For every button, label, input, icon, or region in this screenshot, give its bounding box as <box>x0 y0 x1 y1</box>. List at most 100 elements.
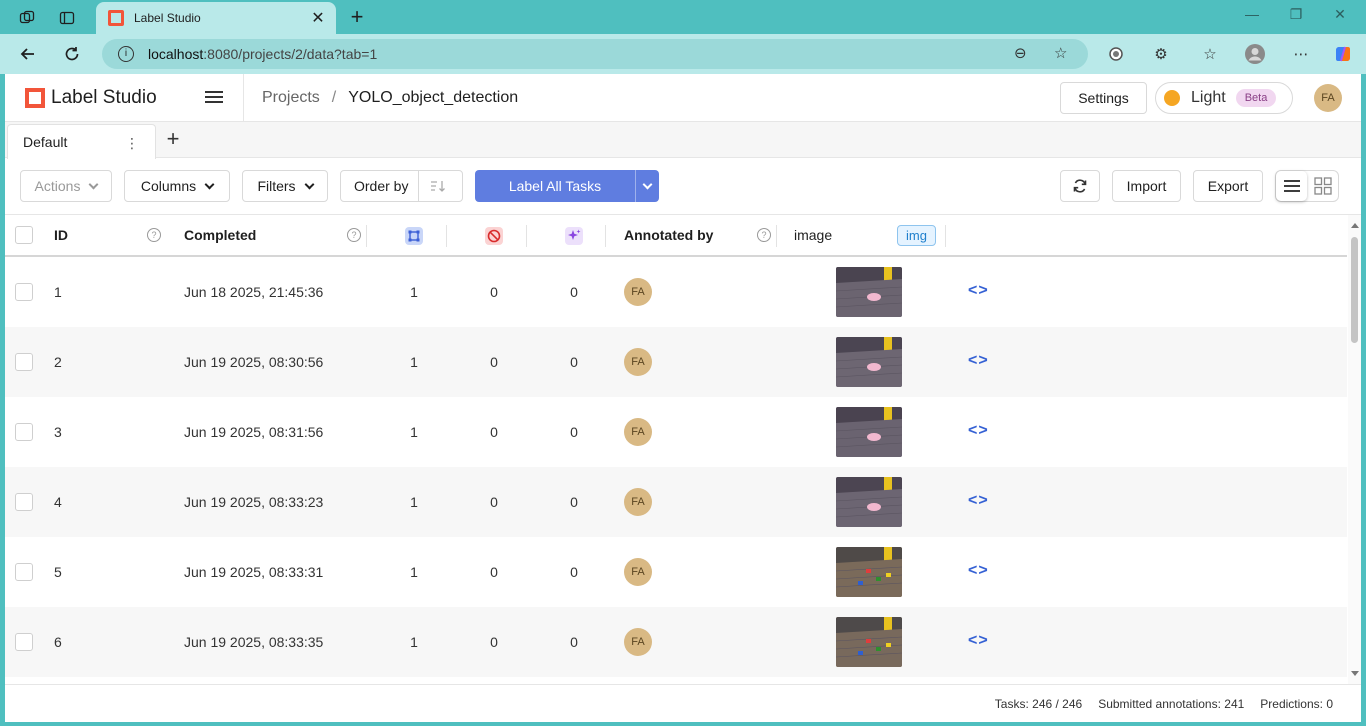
row-checkbox[interactable] <box>15 423 33 441</box>
table-row[interactable]: 2 Jun 19 2025, 08:30:56 1 0 0 FA <> <box>5 327 1347 397</box>
filters-dropdown[interactable]: Filters <box>242 170 328 202</box>
column-id[interactable]: ID <box>54 227 68 243</box>
extensions-icon[interactable]: ⚙ <box>1150 43 1172 65</box>
extension-record-icon[interactable] <box>1105 43 1127 65</box>
image-thumbnail[interactable] <box>836 267 902 317</box>
columns-dropdown[interactable]: Columns <box>124 170 230 202</box>
more-menu-icon[interactable]: ⋯ <box>1290 43 1312 65</box>
table-row[interactable]: 6 Jun 19 2025, 08:33:35 1 0 0 FA <> <box>5 607 1347 677</box>
refresh-icon <box>1073 179 1087 193</box>
close-window-icon[interactable]: ✕ <box>1329 6 1351 23</box>
copilot-icon[interactable] <box>1332 43 1354 65</box>
table-row[interactable]: 5 Jun 19 2025, 08:33:31 1 0 0 FA <> <box>5 537 1347 607</box>
url-field[interactable]: i localhost:8080/projects/2/data?tab=1 ⊖… <box>102 39 1088 69</box>
table-row[interactable]: 1 Jun 18 2025, 21:45:36 1 0 0 FA <> <box>5 257 1347 327</box>
add-tab-icon[interactable]: + <box>163 126 183 152</box>
favorites-icon[interactable]: ☆ <box>1199 43 1221 65</box>
cell-cancelled: 0 <box>490 284 498 300</box>
code-view-icon[interactable]: <> <box>968 352 989 370</box>
refresh-button[interactable] <box>1060 170 1100 202</box>
image-thumbnail[interactable] <box>836 547 902 597</box>
table-header: ID ? Completed ? Annotated by ? image im… <box>5 215 1347 257</box>
scroll-up-icon[interactable] <box>1351 223 1359 228</box>
site-info-icon[interactable]: i <box>118 46 134 62</box>
column-image[interactable]: image <box>794 227 832 243</box>
breadcrumb-projects[interactable]: Projects <box>262 89 320 107</box>
tab-default[interactable]: Default ⋮ <box>7 124 156 159</box>
column-completed[interactable]: Completed <box>184 227 256 243</box>
vertical-tabs-icon[interactable] <box>56 7 78 29</box>
column-separator <box>366 225 367 247</box>
code-view-icon[interactable]: <> <box>968 562 989 580</box>
chevron-down-icon <box>204 179 215 189</box>
label-all-tasks-button[interactable]: Label All Tasks <box>475 170 659 202</box>
actions-dropdown[interactable]: Actions <box>20 170 112 202</box>
view-tabs-bar: Default ⋮ + <box>5 122 1361 159</box>
help-icon[interactable]: ? <box>147 228 161 242</box>
list-view-icon[interactable] <box>1276 171 1307 201</box>
code-view-icon[interactable]: <> <box>968 422 989 440</box>
workspaces-icon[interactable] <box>16 7 38 29</box>
cell-annotations: 1 <box>410 634 418 650</box>
scroll-down-icon[interactable] <box>1351 671 1359 676</box>
help-icon[interactable]: ? <box>347 228 361 242</box>
row-checkbox[interactable] <box>15 283 33 301</box>
cell-completed: Jun 19 2025, 08:33:31 <box>184 564 324 580</box>
image-thumbnail[interactable] <box>836 407 902 457</box>
reload-icon[interactable] <box>60 42 84 66</box>
tab-menu-icon[interactable]: ⋮ <box>125 135 139 152</box>
profile-icon[interactable] <box>1244 43 1266 65</box>
close-tab-icon[interactable]: ✕ <box>308 8 328 28</box>
help-icon[interactable]: ? <box>757 228 771 242</box>
image-thumbnail[interactable] <box>836 337 902 387</box>
hamburger-menu-icon[interactable] <box>203 88 225 108</box>
settings-button[interactable]: Settings <box>1060 82 1147 114</box>
cell-id: 3 <box>54 424 62 440</box>
table-row[interactable]: 4 Jun 19 2025, 08:33:23 1 0 0 FA <> <box>5 467 1347 537</box>
reader-icon[interactable]: ⊖ <box>1014 44 1027 62</box>
breadcrumb-project-name[interactable]: YOLO_object_detection <box>348 89 518 107</box>
select-all-checkbox[interactable] <box>15 226 33 244</box>
user-avatar[interactable]: FA <box>1314 84 1342 112</box>
sort-direction-icon[interactable] <box>430 178 446 197</box>
beta-badge: Beta <box>1235 89 1277 107</box>
import-button[interactable]: Import <box>1112 170 1181 202</box>
restore-icon[interactable]: ❐ <box>1285 6 1307 23</box>
cell-id: 6 <box>54 634 62 650</box>
row-checkbox[interactable] <box>15 493 33 511</box>
cell-id: 2 <box>54 354 62 370</box>
app-header: Label Studio Projects / YOLO_object_dete… <box>5 74 1361 122</box>
image-thumbnail[interactable] <box>836 617 902 667</box>
favorite-star-icon[interactable]: ☆ <box>1054 44 1067 62</box>
scrollbar-thumb[interactable] <box>1351 237 1358 343</box>
row-checkbox[interactable] <box>15 353 33 371</box>
cancelled-count-icon[interactable] <box>485 227 503 245</box>
label-all-dropdown[interactable] <box>635 170 659 202</box>
order-by-button[interactable]: Order by <box>340 170 463 202</box>
code-view-icon[interactable]: <> <box>968 632 989 650</box>
code-view-icon[interactable]: <> <box>968 282 989 300</box>
code-view-icon[interactable]: <> <box>968 492 989 510</box>
export-button[interactable]: Export <box>1193 170 1263 202</box>
actions-label: Actions <box>34 178 81 194</box>
cell-annotations: 1 <box>410 354 418 370</box>
annotations-count-icon[interactable] <box>405 227 423 245</box>
browser-tab-label-studio[interactable]: Label Studio ✕ <box>96 2 336 34</box>
grid-view-icon[interactable] <box>1307 171 1338 201</box>
new-tab-icon[interactable]: + <box>344 4 370 30</box>
table-scrollbar[interactable] <box>1348 215 1361 684</box>
theme-label: Light <box>1191 89 1226 106</box>
label-all-tasks-label: Label All Tasks <box>508 178 602 194</box>
predictions-count-icon[interactable] <box>565 227 583 245</box>
row-checkbox[interactable] <box>15 633 33 651</box>
table-row[interactable]: 3 Jun 19 2025, 08:31:56 1 0 0 FA <> <box>5 397 1347 467</box>
image-thumbnail[interactable] <box>836 477 902 527</box>
logo[interactable]: Label Studio <box>25 87 157 109</box>
minimize-icon[interactable]: — <box>1241 6 1263 22</box>
row-checkbox[interactable] <box>15 563 33 581</box>
column-annotated-by[interactable]: Annotated by <box>624 227 713 243</box>
theme-toggle[interactable]: Light Beta <box>1155 82 1293 114</box>
back-icon[interactable] <box>16 42 40 66</box>
cell-predictions: 0 <box>570 354 578 370</box>
browser-tab-title: Label Studio <box>134 11 201 25</box>
